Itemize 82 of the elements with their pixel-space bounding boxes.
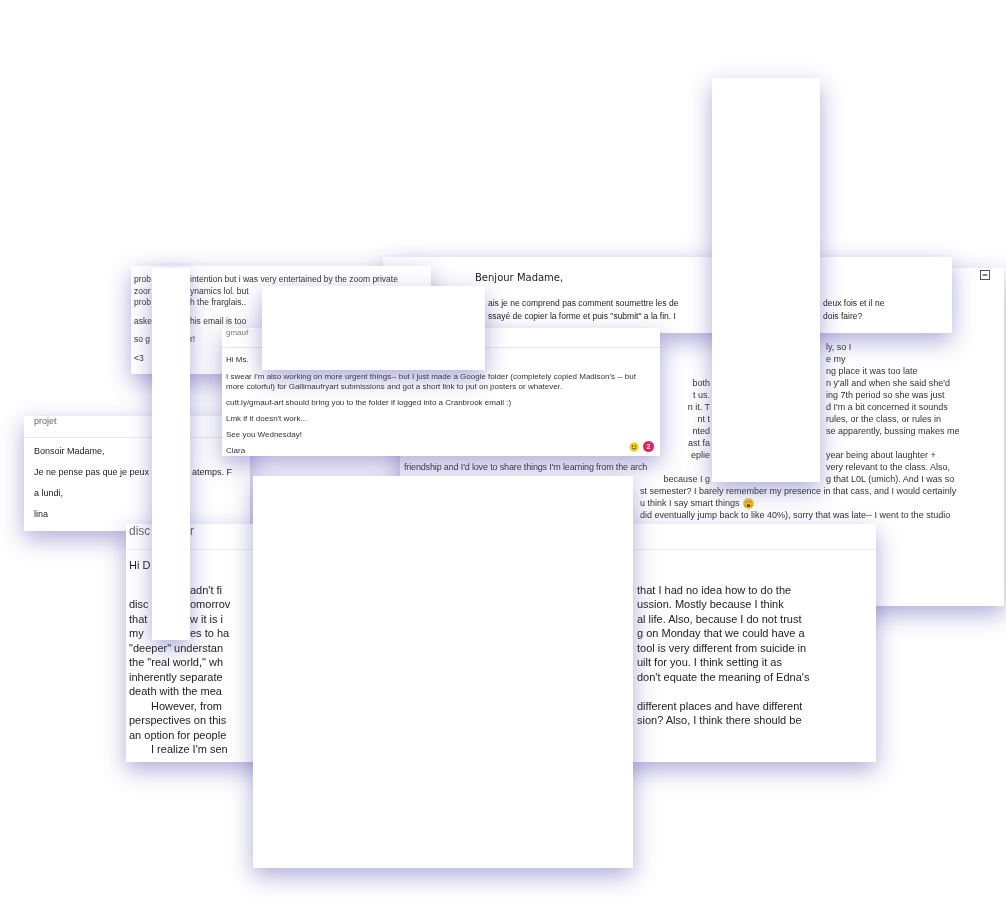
- email-text: gmauf: [226, 328, 249, 338]
- crying-face-icon: [742, 497, 754, 509]
- email-text: <3: [134, 352, 144, 364]
- email-text: intention but i was very entertained by the zoom private: [190, 274, 398, 286]
- email-text: did eventually jump back to like 40%), sorry that was late-- I went to the studio: [640, 510, 951, 520]
- email-text: u think I say smart things: [640, 497, 740, 509]
- email-text: disc: [129, 524, 151, 539]
- email-text: aske: [134, 315, 152, 327]
- email-text: nted: [692, 425, 710, 437]
- email-text: se apparently, bussing makes me: [826, 426, 960, 436]
- email-text: nt t: [697, 413, 710, 425]
- email-text: tool is very different from suicide in: [637, 641, 807, 654]
- email-text: zoor: [134, 285, 151, 297]
- email-text: deux fois et il ne: [823, 297, 885, 310]
- email-text: sion? Also, I think there should be: [637, 714, 802, 726]
- email-text: lina: [34, 509, 48, 520]
- email-text: r!: [190, 334, 196, 346]
- email-text: w it is i: [190, 612, 223, 625]
- email-text: both: [692, 377, 710, 389]
- smiley-icon[interactable]: [629, 441, 639, 452]
- email-paragraph: Clara: [226, 446, 246, 456]
- email-text: adn't fi: [190, 583, 223, 596]
- email-paragraph: cutt.ly/gmauf-art should bring you to the folder if logged into a Cranbrook email :): [226, 398, 512, 408]
- email-text: ais je ne comprend pas comment soumettre les de: [488, 297, 679, 310]
- email-text: uilt for you. I think setting it as: [637, 656, 782, 668]
- email-paragraph: I swear I'm also working on more urgent things-- but I just made a Google folder (completely copied Madison's -- but more colorful) for Gallimaufryart submissions and got a short link to put on posters or whatever.: [226, 372, 637, 392]
- email-paragraph: Lmk if it doesn't work...: [226, 414, 308, 424]
- email-text: my: [129, 627, 144, 639]
- email-text: the "real world," wh: [129, 656, 223, 668]
- email-text: an option for people: [129, 728, 227, 741]
- email-text: Bonsoir Madame,: [34, 446, 105, 457]
- email-text: ast fa: [688, 437, 710, 449]
- email-text: However, from: [150, 699, 222, 712]
- email-text: prob: [134, 297, 151, 309]
- email-text: ssayé de copier la forme et puis "submit" a la fin. I: [488, 310, 676, 323]
- email-text: so g: [134, 334, 151, 346]
- email-text: a lundi,: [34, 488, 64, 499]
- email-text: g on Monday that we could have a: [637, 627, 805, 639]
- email-text: ng place it was too late: [826, 366, 918, 376]
- email-text: death with the mea: [129, 685, 222, 697]
- email-text: very relevant to the class. Also,: [826, 462, 951, 472]
- email-text: d I'm a bit concerned it sounds: [826, 402, 948, 412]
- email-text: Hi Ms.: [226, 355, 249, 364]
- email-text: Benjour Madame,: [475, 272, 564, 283]
- email-text: projet: [34, 416, 57, 427]
- email-text: his email is too: [190, 315, 247, 327]
- email-text: because I g: [663, 473, 710, 485]
- email-text: t us.: [693, 389, 710, 401]
- email-text: ing 7th period so she was just: [826, 390, 945, 400]
- email-text: dois faire?: [823, 310, 863, 323]
- email-text: inherently separate: [129, 670, 223, 683]
- email-text: es to ha: [190, 627, 230, 639]
- email-text: year being about laughter +: [826, 450, 936, 460]
- email-text: atemps. F: [192, 467, 232, 478]
- email-paragraph: See you Wednesday!: [226, 430, 302, 440]
- email-text: n it. T: [687, 401, 710, 413]
- email-text: ly, so I: [826, 342, 852, 352]
- email-text: different places and have different: [637, 699, 803, 712]
- email-text: disc: [129, 598, 149, 610]
- email-text: prob: [134, 274, 151, 286]
- email-text: st semester? I barely remember my presence in that cass, and I would certainly: [640, 486, 957, 496]
- email-text: e my: [826, 354, 846, 364]
- email-text: Je ne pense pas que je peux: [34, 467, 150, 478]
- email-text: g that L0L (umich). And I was so: [826, 474, 955, 484]
- email-text: r: [190, 524, 194, 539]
- email-text: that: [129, 612, 148, 625]
- email-text: h the frarglais..: [190, 297, 247, 309]
- email-text: "deeper" understan: [129, 641, 224, 654]
- email-text: ynamics lol. but: [190, 285, 249, 297]
- email-text: omorrov: [190, 598, 231, 610]
- collapse-icon[interactable]: [980, 270, 990, 280]
- email-text: I realize I'm sen: [150, 743, 228, 755]
- email-text: n y'all and when she said she'd: [826, 378, 951, 388]
- email-text: ussion. Mostly because I think: [637, 598, 784, 610]
- email-text: friendship and I'd love to share things I'm learning from the arch: [404, 462, 648, 472]
- email-text: al life. Also, because I do not trust: [637, 612, 802, 625]
- email-text: that I had no idea how to do the: [637, 583, 792, 596]
- email-text: rules, or the class, or rules in: [826, 414, 942, 424]
- email-text: eplie: [691, 449, 710, 461]
- email-text: Hi D: [129, 559, 151, 571]
- email-text: don't equate the meaning of Edna's: [637, 670, 810, 683]
- email-text: perspectives on this: [129, 714, 227, 726]
